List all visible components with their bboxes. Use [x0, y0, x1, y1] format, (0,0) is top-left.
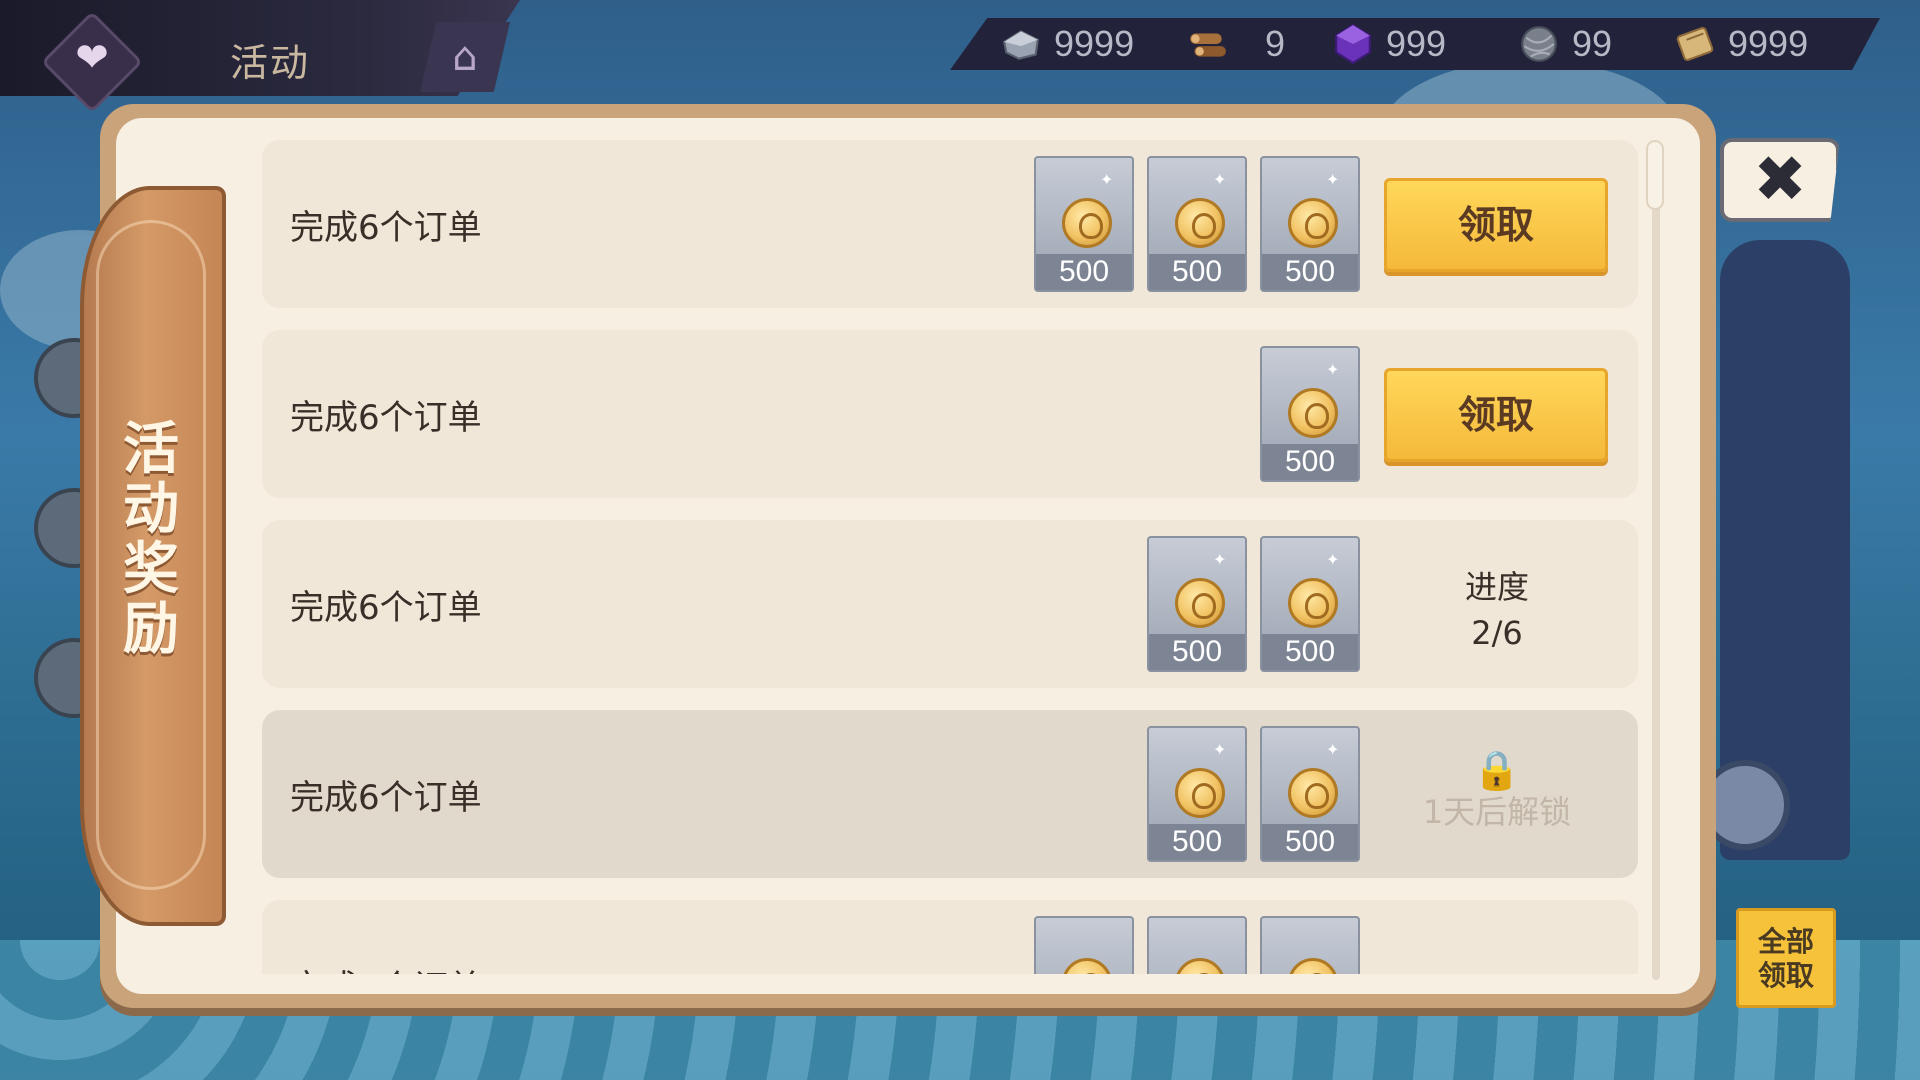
claim-button[interactable]: 领取 — [1384, 178, 1608, 272]
claim-all-label-line1: 全部 — [1757, 925, 1814, 958]
task-title: 完成6个订单 — [290, 960, 482, 974]
reward-item[interactable]: ✦ 500 — [1034, 156, 1134, 292]
wood-icon — [1190, 33, 1226, 57]
page-title: 活动 — [230, 41, 311, 85]
resource-bar: 9999 9 999 99 9999 — [950, 18, 1880, 70]
reward-item[interactable]: ✦ 500 — [1147, 536, 1247, 672]
task-title: 完成6个订单 — [290, 208, 482, 248]
reward-item[interactable]: 500 — [1034, 916, 1134, 974]
resource-yarn: 99 — [1518, 23, 1652, 65]
yarn-icon — [1521, 26, 1557, 62]
coin-icon — [1288, 578, 1338, 628]
side-banner-title: 活动奖励 — [123, 417, 179, 662]
home-icon: ⌂ — [452, 34, 478, 80]
task-list[interactable]: 完成6个订单 ✦ 500 ✦ 500 ✦ 500 领取 完成6个订单 ✦ 500… — [262, 140, 1638, 974]
reward-item[interactable]: ✦ 500 — [1147, 156, 1247, 292]
coin-icon — [1288, 768, 1338, 818]
task-row: 完成6个订单 500 500 500 — [262, 900, 1638, 974]
progress-indicator: 进度 2/6 — [1402, 564, 1592, 656]
reward-item[interactable]: ✦ 500 — [1260, 346, 1360, 482]
task-title: 完成6个订单 — [290, 588, 482, 628]
task-title: 完成6个订单 — [290, 398, 482, 438]
rabbit-heart-icon: ❤ — [75, 35, 109, 81]
resource-value: 9 — [1264, 23, 1286, 64]
coin-icon — [1175, 578, 1225, 628]
lock-icon: 🔒 — [1473, 748, 1521, 792]
reward-quantity: 500 — [1262, 824, 1358, 860]
coin-icon — [1288, 958, 1338, 974]
reward-quantity: 500 — [1262, 254, 1358, 290]
coin-icon — [1062, 958, 1112, 974]
coin-icon — [1175, 198, 1225, 248]
reward-item[interactable]: ✦ 500 — [1260, 726, 1360, 862]
task-row-locked: 完成6个订单 ✦ 500 ✦ 500 🔒 1天后解锁 — [262, 710, 1638, 878]
close-icon: ✖ — [1753, 143, 1807, 217]
unlock-countdown: 1天后解锁 — [1422, 793, 1572, 831]
gem-icon — [1335, 23, 1371, 65]
coin-icon — [1062, 198, 1112, 248]
task-row: 完成6个订单 ✦ 500 ✦ 500 进度 2/6 — [262, 520, 1638, 688]
reward-quantity: 500 — [1262, 444, 1358, 480]
scrollbar-track[interactable] — [1652, 140, 1660, 980]
task-row: 完成6个订单 ✦ 500 ✦ 500 ✦ 500 领取 — [262, 140, 1638, 308]
progress-value: 2/6 — [1471, 614, 1523, 652]
reward-item[interactable]: ✦ 500 — [1260, 536, 1360, 672]
claim-all-button[interactable]: 全部 领取 — [1736, 908, 1836, 1008]
task-title: 完成6个订单 — [290, 778, 482, 818]
reward-quantity: 500 — [1149, 254, 1245, 290]
task-row: 完成6个订单 ✦ 500 领取 — [262, 330, 1638, 498]
coin-icon — [1175, 768, 1225, 818]
resource-gem: 999 — [1332, 23, 1496, 65]
coin-icon — [1288, 388, 1338, 438]
reward-item[interactable]: 500 — [1147, 916, 1247, 974]
reward-item[interactable]: ✦ 500 — [1260, 156, 1360, 292]
claim-button[interactable]: 领取 — [1384, 368, 1608, 462]
coin-icon — [1175, 958, 1225, 974]
claim-all-label-line2: 领取 — [1757, 959, 1814, 992]
progress-label: 进度 — [1464, 568, 1529, 606]
resource-value: 999 — [1386, 23, 1447, 64]
resource-scroll: 9999 — [1674, 23, 1838, 65]
stone-icon — [1003, 30, 1039, 60]
reward-quantity: 500 — [1149, 634, 1245, 670]
resource-stone: 9999 — [1000, 23, 1164, 65]
reward-item[interactable]: ✦ 500 — [1147, 726, 1247, 862]
resource-wood: 9 — [1186, 23, 1310, 65]
lock-status: 🔒 1天后解锁 — [1382, 750, 1612, 834]
resource-value: 99 — [1572, 23, 1613, 64]
close-button[interactable]: ✖ — [1720, 138, 1840, 222]
scroll-icon — [1676, 26, 1714, 62]
scrollbar-thumb[interactable] — [1646, 140, 1664, 210]
resource-value: 9999 — [1054, 23, 1135, 64]
reward-item[interactable]: 500 — [1260, 916, 1360, 974]
resource-value: 9999 — [1728, 23, 1809, 64]
reward-quantity: 500 — [1036, 254, 1132, 290]
reward-quantity: 500 — [1149, 824, 1245, 860]
reward-quantity: 500 — [1262, 634, 1358, 670]
coin-icon — [1288, 198, 1338, 248]
